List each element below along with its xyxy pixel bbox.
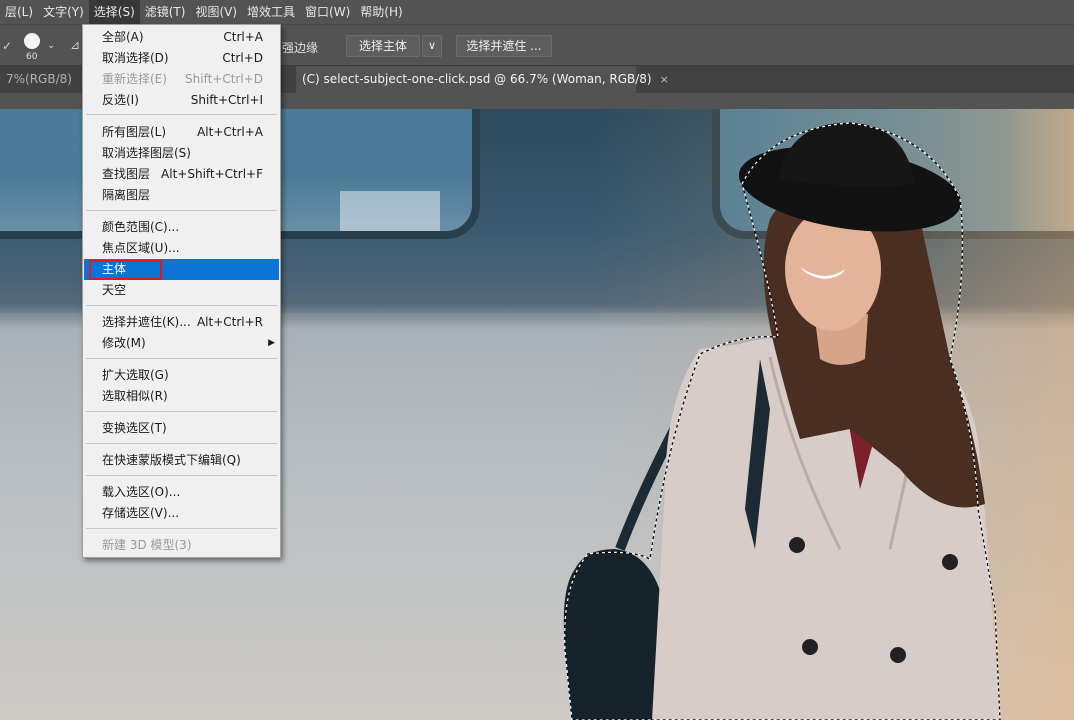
- menu-bar: 层(L) 文字(Y) 选择(S) 滤镜(T) 视图(V) 增效工具 窗口(W) …: [0, 0, 1074, 24]
- coat-button: [942, 554, 958, 570]
- menu-separator: [86, 114, 277, 115]
- menu-separator: [86, 210, 277, 211]
- menu-select[interactable]: 选择(S): [88, 0, 140, 24]
- menu-separator: [86, 528, 277, 529]
- document-tab-active-label: (C) select-subject-one-click.psd @ 66.7%…: [302, 72, 652, 86]
- menu-item-similar[interactable]: 选取相似(R): [84, 386, 279, 407]
- menu-item-focus-area[interactable]: 焦点区域(U)...: [84, 238, 279, 259]
- menu-type[interactable]: 文字(Y): [38, 0, 89, 24]
- submenu-arrow-icon: ▶: [268, 338, 275, 348]
- menu-item-modify[interactable]: 修改(M) ▶: [84, 333, 279, 354]
- menu-window[interactable]: 窗口(W): [300, 0, 355, 24]
- menu-item-subject[interactable]: 主体: [84, 259, 279, 280]
- select-subject-dropdown-button[interactable]: ∨: [422, 35, 442, 57]
- select-subject-button[interactable]: 选择主体: [346, 35, 420, 57]
- menu-view[interactable]: 视图(V): [190, 0, 242, 24]
- menu-item-transform-selection[interactable]: 变换选区(T): [84, 418, 279, 439]
- menu-item-sky[interactable]: 天空: [84, 280, 279, 301]
- coat-button: [890, 647, 906, 663]
- menu-item-reselect: 重新选择(E) Shift+Ctrl+D: [102, 72, 263, 86]
- menu-item-select-and-mask[interactable]: 选择并遮住(K)... Alt+Ctrl+R: [84, 312, 279, 333]
- menu-item-load-selection[interactable]: 载入选区(O)...: [84, 482, 279, 503]
- menu-separator: [86, 358, 277, 359]
- menu-item-save-selection[interactable]: 存储选区(V)...: [84, 503, 279, 524]
- enhance-edge-checkbox-label[interactable]: 强边缘: [282, 39, 318, 56]
- menu-item-find-layers[interactable]: 查找图层 Alt+Shift+Ctrl+F: [84, 164, 279, 185]
- menu-separator: [86, 411, 277, 412]
- menu-item-quick-mask[interactable]: 在快速蒙版模式下编辑(Q): [84, 450, 279, 471]
- menu-separator: [86, 443, 277, 444]
- angle-icon[interactable]: ⊿: [70, 38, 80, 52]
- menu-item-all-layers[interactable]: 所有图层(L) Alt+Ctrl+A: [84, 122, 279, 143]
- menu-item-grow[interactable]: 扩大选取(G): [84, 365, 279, 386]
- brush-preset-icon[interactable]: [24, 33, 40, 49]
- hat-crown: [778, 122, 915, 187]
- menu-layer[interactable]: 层(L): [0, 0, 38, 24]
- brush-size-value: 60: [26, 52, 38, 62]
- coat-button: [789, 537, 805, 553]
- backpack: [563, 549, 668, 720]
- coat-button: [802, 639, 818, 655]
- document-tab-1-label: 7%(RGB/8): [6, 72, 72, 86]
- menu-help[interactable]: 帮助(H): [355, 0, 407, 24]
- menu-separator: [86, 475, 277, 476]
- menu-item-isolate-layers[interactable]: 隔离图层: [84, 185, 279, 206]
- menu-plugins[interactable]: 增效工具: [242, 0, 300, 24]
- menu-item-color-range[interactable]: 颜色范围(C)...: [84, 217, 279, 238]
- menu-item-new-3d-model: 新建 3D 模型(3): [102, 538, 192, 552]
- document-tab-active[interactable]: (C) select-subject-one-click.psd @ 66.7%…: [296, 66, 669, 93]
- annotation-highlight-box: [89, 260, 162, 280]
- brush-preset-chevron-icon[interactable]: ⌄: [47, 40, 55, 51]
- menu-item-all[interactable]: 全部(A) Ctrl+A: [84, 27, 279, 48]
- close-tab-icon[interactable]: ×: [660, 67, 669, 93]
- select-menu-dropdown: 全部(A) Ctrl+A 取消选择(D) Ctrl+D 重新选择(E) Shift+C…: [82, 24, 281, 558]
- menu-separator: [86, 305, 277, 306]
- menu-filter[interactable]: 滤镜(T): [140, 0, 191, 24]
- menu-item-deselect-layers[interactable]: 取消选择图层(S): [84, 143, 279, 164]
- menu-item-deselect[interactable]: 取消选择(D) Ctrl+D: [84, 48, 279, 69]
- select-and-mask-button[interactable]: 选择并遮住 ...: [456, 35, 552, 57]
- brush-tool-icon: ✓: [2, 39, 13, 53]
- document-tab-1[interactable]: 7%(RGB/8)×: [0, 66, 89, 93]
- menu-item-inverse[interactable]: 反选(I) Shift+Ctrl+I: [84, 90, 279, 111]
